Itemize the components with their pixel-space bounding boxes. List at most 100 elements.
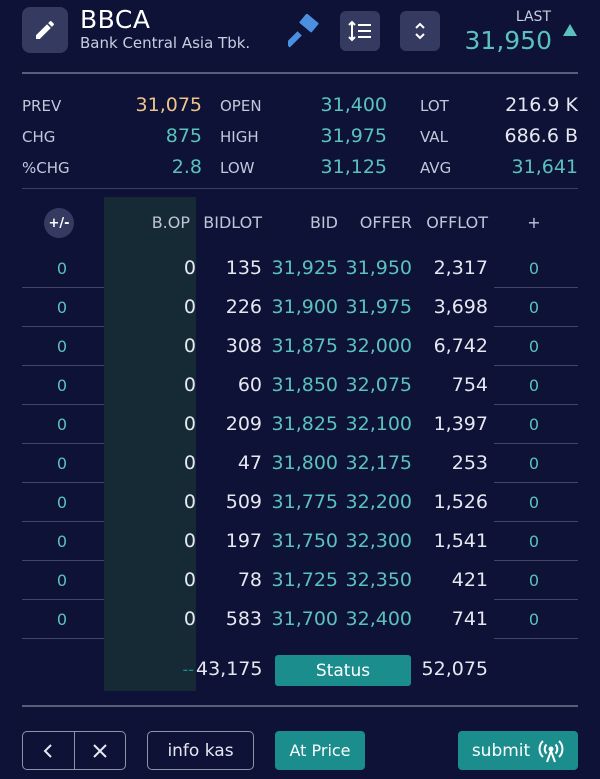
bid-cell[interactable]: 31,825 — [262, 413, 338, 435]
offer-cell[interactable]: 32,175 — [338, 452, 412, 474]
chg-label: CHG — [22, 128, 56, 146]
row-divider-right — [494, 638, 578, 639]
bid-cell[interactable]: 31,850 — [262, 374, 338, 396]
row-divider-left — [22, 287, 104, 288]
summary-divider — [22, 188, 578, 189]
chg-value: 875 — [165, 125, 202, 147]
percent-toggle-button[interactable]: +/- — [44, 208, 74, 238]
bop-total: -- — [182, 660, 194, 679]
close-icon — [93, 743, 107, 758]
offlot-cell: 754 — [451, 374, 488, 396]
row-divider-left — [22, 521, 104, 522]
row-divider-right — [494, 326, 578, 327]
pchg-label: %CHG — [22, 159, 70, 177]
right-queue-cell: 0 — [528, 532, 540, 551]
bop-cell: 0 — [183, 608, 196, 630]
val-label: VAL — [420, 128, 448, 146]
close-button[interactable] — [74, 732, 125, 769]
row-divider-left — [22, 599, 104, 600]
submit-label: submit — [471, 740, 531, 761]
low-label: LOW — [220, 159, 255, 177]
bop-cell: 0 — [183, 335, 196, 357]
bid-cell[interactable]: 31,900 — [262, 296, 338, 318]
bidlot-cell: 78 — [237, 569, 262, 591]
offer-cell[interactable]: 32,300 — [338, 530, 412, 552]
left-queue-cell: 0 — [56, 337, 68, 356]
row-divider-right — [494, 560, 578, 561]
auction-hammer-icon[interactable] — [285, 13, 324, 48]
broadcast-icon — [538, 739, 564, 762]
bop-cell: 0 — [183, 257, 196, 279]
bid-cell[interactable]: 31,750 — [262, 530, 338, 552]
footer-divider — [22, 705, 578, 707]
header-plus[interactable]: + — [494, 213, 574, 232]
offlot-cell: 741 — [451, 608, 488, 630]
offer-cell[interactable]: 31,950 — [338, 257, 412, 279]
offer-cell[interactable]: 32,100 — [338, 413, 412, 435]
bidlot-cell: 47 — [237, 452, 262, 474]
bid-cell[interactable]: 31,925 — [262, 257, 338, 279]
bop-cell: 0 — [183, 530, 196, 552]
high-label: HIGH — [220, 128, 259, 146]
bid-cell[interactable]: 31,775 — [262, 491, 338, 513]
avg-label: AVG — [420, 159, 452, 177]
left-queue-cell: 0 — [56, 532, 68, 551]
edit-button[interactable] — [22, 7, 68, 53]
offer-total: 52,075 — [421, 658, 488, 680]
bid-cell[interactable]: 31,800 — [262, 452, 338, 474]
bid-total: 43,175 — [196, 658, 263, 680]
bop-cell: 0 — [183, 452, 196, 474]
offer-cell[interactable]: 32,000 — [338, 335, 412, 357]
offlot-cell: 1,397 — [433, 413, 488, 435]
bid-cell[interactable]: 31,725 — [262, 569, 338, 591]
row-divider-left — [22, 365, 104, 366]
left-queue-cell: 0 — [56, 259, 68, 278]
open-value: 31,400 — [320, 94, 387, 116]
bidlot-cell: 135 — [225, 257, 262, 279]
left-queue-cell: 0 — [56, 493, 68, 512]
sort-button[interactable] — [340, 11, 380, 51]
header-bid: BID — [309, 213, 338, 232]
row-divider-right — [494, 599, 578, 600]
row-divider-right — [494, 404, 578, 405]
row-divider-left — [22, 482, 104, 483]
low-value: 31,125 — [320, 156, 387, 178]
status-button[interactable]: Status — [275, 655, 411, 686]
bid-cell[interactable]: 31,700 — [262, 608, 338, 630]
submit-button[interactable]: submit — [458, 731, 578, 770]
at-price-button[interactable]: At Price — [275, 731, 365, 770]
header-bop: B.OP — [151, 213, 190, 232]
right-queue-cell: 0 — [528, 571, 540, 590]
row-divider-right — [494, 521, 578, 522]
info-kas-button[interactable]: info kas — [147, 731, 254, 770]
bidlot-cell: 197 — [225, 530, 262, 552]
prev-value: 31,075 — [135, 94, 202, 116]
row-divider-left — [22, 443, 104, 444]
right-queue-cell: 0 — [528, 415, 540, 434]
offer-cell[interactable]: 32,200 — [338, 491, 412, 513]
offer-cell[interactable]: 31,975 — [338, 296, 412, 318]
left-queue-cell: 0 — [56, 298, 68, 317]
offer-cell[interactable]: 32,075 — [338, 374, 412, 396]
offer-cell[interactable]: 32,400 — [338, 608, 412, 630]
back-button[interactable] — [23, 732, 74, 769]
bidlot-cell: 308 — [225, 335, 262, 357]
right-queue-cell: 0 — [528, 376, 540, 395]
expand-collapse-button[interactable] — [400, 11, 440, 51]
offlot-cell: 2,317 — [433, 257, 488, 279]
row-divider-right — [494, 482, 578, 483]
left-queue-cell: 0 — [56, 415, 68, 434]
row-divider-right — [494, 443, 578, 444]
nav-button-group — [22, 731, 126, 770]
bidlot-cell: 209 — [225, 413, 262, 435]
bidlot-cell: 583 — [225, 608, 262, 630]
right-queue-cell: 0 — [528, 259, 540, 278]
left-queue-cell: 0 — [56, 610, 68, 629]
offer-cell[interactable]: 32,350 — [338, 569, 412, 591]
high-value: 31,975 — [320, 125, 387, 147]
bid-cell[interactable]: 31,875 — [262, 335, 338, 357]
left-queue-cell: 0 — [56, 571, 68, 590]
row-divider-right — [494, 287, 578, 288]
right-queue-cell: 0 — [528, 454, 540, 473]
bidlot-cell: 509 — [225, 491, 262, 513]
